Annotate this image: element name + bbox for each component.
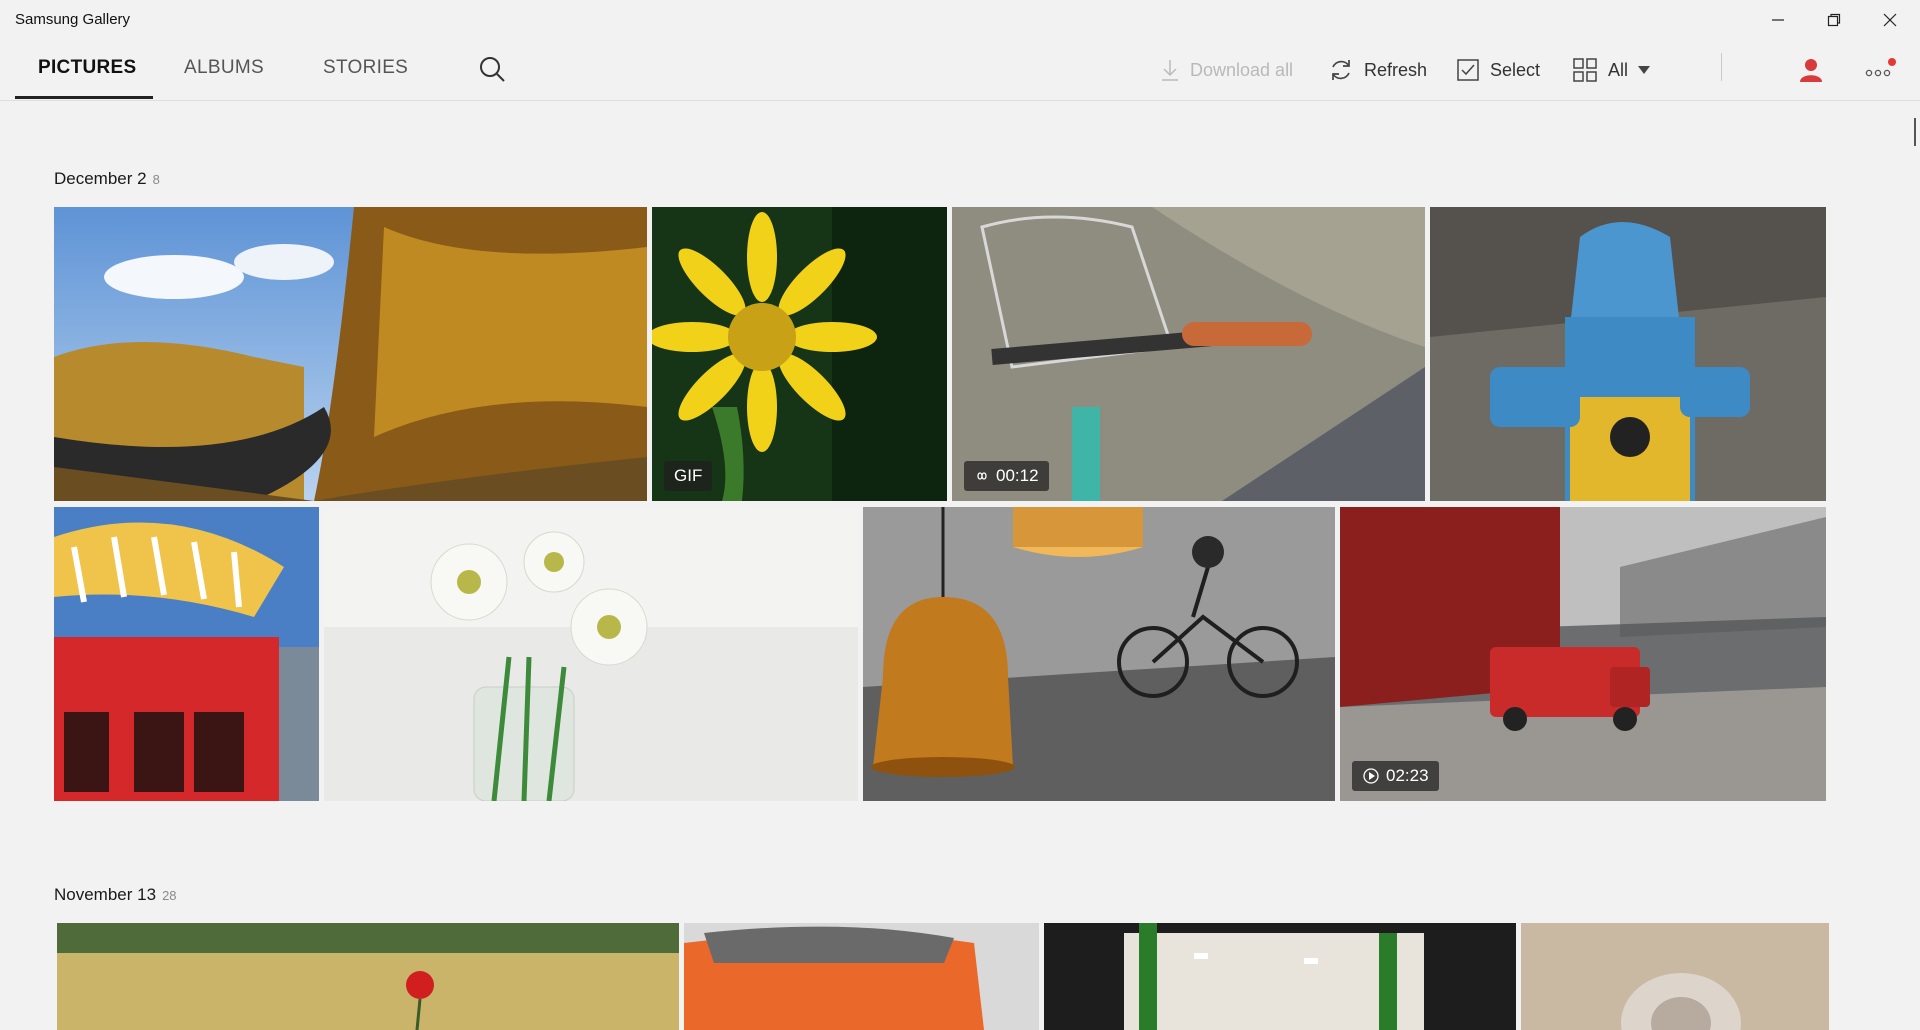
photo-yellow-flower[interactable]: GIF xyxy=(652,207,947,501)
photo-thumbnail xyxy=(1430,207,1826,501)
view-filter-dropdown[interactable]: All xyxy=(1572,50,1651,90)
photo-red-bus-umbrella[interactable] xyxy=(54,507,319,801)
photo-orange-car[interactable] xyxy=(684,923,1039,1030)
user-icon xyxy=(1800,59,1822,82)
active-tab-indicator xyxy=(15,96,153,99)
caret-down-icon xyxy=(1638,66,1651,74)
photo-thumbnail xyxy=(1044,923,1516,1030)
select-button[interactable]: Select xyxy=(1456,50,1540,90)
refresh-label: Refresh xyxy=(1364,59,1428,80)
section-count: 28 xyxy=(162,888,177,903)
video-duration-badge: 00:12 xyxy=(964,461,1049,491)
app-title: Samsung Gallery xyxy=(15,11,131,28)
grid-view-icon xyxy=(1573,58,1597,82)
badge-label: GIF xyxy=(674,466,703,485)
photo-thumbnail xyxy=(952,207,1425,501)
photo-red-van[interactable]: 02:23 xyxy=(1340,507,1826,801)
photo-fire-hydrant[interactable] xyxy=(1430,207,1826,501)
minimize-button[interactable] xyxy=(1750,0,1806,40)
badge-label: 00:12 xyxy=(996,466,1039,485)
account-button[interactable] xyxy=(1797,50,1835,90)
photo-bicycle-handlebar[interactable]: 00:12 xyxy=(952,207,1425,501)
search-icon xyxy=(480,57,505,82)
infinity-loop-icon xyxy=(977,472,987,480)
section-date-header: November 13 28 xyxy=(54,885,177,905)
photo-white-flowers-jar[interactable] xyxy=(324,507,858,801)
photo-thumbnail xyxy=(324,507,858,801)
photo-thumbnail xyxy=(1340,507,1826,801)
close-icon xyxy=(1883,13,1897,27)
photo-lamp-cyclist[interactable] xyxy=(863,507,1335,801)
search-button[interactable] xyxy=(477,54,507,84)
toolbar-divider xyxy=(1721,53,1722,81)
refresh-button[interactable]: Refresh xyxy=(1328,50,1427,90)
minimize-icon xyxy=(1772,19,1784,21)
photo-thumbnail xyxy=(54,507,319,801)
select-label: Select xyxy=(1490,59,1541,80)
photo-thumbnail xyxy=(57,923,679,1030)
video-duration-badge: 02:23 xyxy=(1352,761,1439,791)
badge-label: 02:23 xyxy=(1386,766,1429,785)
checkbox-icon xyxy=(1457,59,1479,81)
photo-thumbnail xyxy=(863,507,1335,801)
photo-thumbnail xyxy=(652,207,947,501)
photo-poppy-field[interactable] xyxy=(57,923,679,1030)
section-count: 8 xyxy=(152,172,160,187)
title-bar: Samsung Gallery xyxy=(0,0,1920,40)
scrollbar-thumb[interactable] xyxy=(1914,118,1916,146)
refresh-icon xyxy=(1332,60,1350,80)
video-360-icon xyxy=(1363,768,1379,784)
tab-bar: PICTURES ALBUMS STORIES Download all Ref… xyxy=(0,44,1920,101)
photo-seashell[interactable] xyxy=(1521,923,1829,1030)
photo-thumbnail xyxy=(684,923,1039,1030)
more-options-button[interactable] xyxy=(1864,50,1908,90)
tab-stories[interactable]: STORIES xyxy=(323,57,408,79)
section-date-header: December 2 8 xyxy=(54,169,160,189)
photo-green-doorway[interactable] xyxy=(1044,923,1516,1030)
download-icon xyxy=(1162,60,1178,81)
gif-badge: GIF xyxy=(664,461,713,491)
tab-pictures[interactable]: PICTURES xyxy=(38,57,136,79)
section-date: December 2 xyxy=(54,169,147,188)
close-button[interactable] xyxy=(1862,0,1918,40)
section-date: November 13 xyxy=(54,885,157,904)
download-all-label: Download all xyxy=(1190,59,1294,80)
photo-thumbnail xyxy=(1521,923,1829,1030)
restore-button[interactable] xyxy=(1806,0,1862,40)
photo-autumn-road[interactable] xyxy=(54,207,647,501)
photo-thumbnail xyxy=(54,207,647,501)
restore-icon xyxy=(1827,13,1841,27)
more-icon xyxy=(1865,58,1896,77)
download-all-button[interactable]: Download all xyxy=(1160,50,1293,90)
tab-albums[interactable]: ALBUMS xyxy=(184,57,264,79)
view-filter-label: All xyxy=(1608,59,1629,80)
